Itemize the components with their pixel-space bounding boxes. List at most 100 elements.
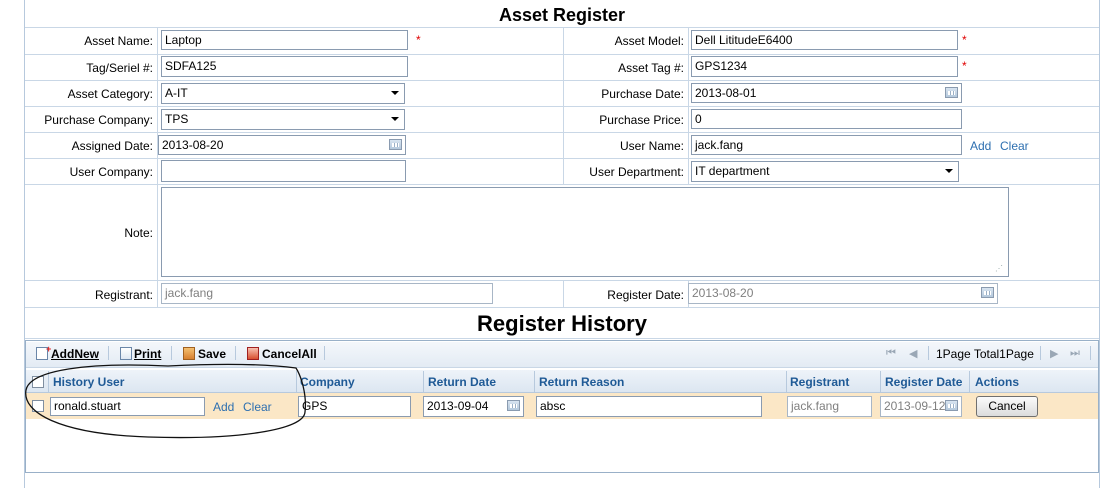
purchase-date-input[interactable]: 2013-08-01 bbox=[691, 83, 962, 103]
user-department-select[interactable]: IT department bbox=[691, 161, 959, 182]
pager-text: 1Page Total1Page bbox=[936, 347, 1034, 361]
purchase-price-input[interactable]: 0 bbox=[691, 109, 962, 129]
row-divider bbox=[25, 132, 1099, 133]
asset-name-input[interactable]: Laptop bbox=[161, 30, 408, 50]
col-header-actions: Actions bbox=[975, 375, 1020, 389]
user-add-link[interactable]: Add bbox=[970, 139, 991, 153]
purchase-company-value: TPS bbox=[165, 112, 189, 126]
row-divider bbox=[25, 27, 1099, 28]
tag-serial-label: Tag/Seriel #: bbox=[86, 61, 153, 75]
column-separator bbox=[423, 371, 424, 393]
column-divider bbox=[157, 27, 158, 307]
pager-separator bbox=[1040, 346, 1041, 360]
note-label: Note: bbox=[124, 226, 153, 240]
column-divider bbox=[563, 27, 564, 184]
cancel-row-button[interactable]: Cancel bbox=[976, 396, 1038, 417]
calendar-icon bbox=[945, 400, 958, 411]
register-date-label: Register Date: bbox=[607, 288, 684, 302]
save-button[interactable]: Save bbox=[198, 347, 226, 361]
purchase-price-label: Purchase Price: bbox=[599, 113, 684, 127]
cancelall-button[interactable]: CancelAll bbox=[262, 347, 317, 361]
asset-category-value: A-IT bbox=[165, 86, 188, 100]
cancel-icon bbox=[247, 347, 259, 360]
addnew-button[interactable]: AddNew bbox=[51, 347, 99, 361]
row-divider bbox=[25, 307, 1099, 308]
toolbar-separator bbox=[324, 346, 325, 360]
return-date-value: 2013-09-04 bbox=[427, 399, 489, 413]
register-date-input: 2013-08-20 bbox=[688, 283, 998, 304]
row-divider bbox=[25, 338, 1099, 339]
column-separator bbox=[969, 371, 970, 393]
col-header-register-date[interactable]: Register Date bbox=[885, 375, 962, 389]
printer-icon bbox=[120, 347, 132, 360]
asset-category-label: Asset Category: bbox=[67, 87, 153, 101]
pager-separator bbox=[1090, 346, 1091, 360]
purchase-company-select[interactable]: TPS bbox=[161, 109, 405, 130]
last-page-icon[interactable]: ⏭ bbox=[1070, 347, 1080, 360]
chevron-down-icon bbox=[391, 91, 399, 95]
user-company-input[interactable] bbox=[161, 160, 406, 182]
assigned-date-input[interactable]: 2013-08-20 bbox=[158, 135, 406, 155]
user-company-label: User Company: bbox=[69, 165, 153, 179]
col-header-return-date[interactable]: Return Date bbox=[428, 375, 496, 389]
column-separator bbox=[534, 371, 535, 393]
company-input[interactable]: GPS bbox=[298, 396, 411, 417]
page-title: Asset Register bbox=[498, 5, 626, 25]
print-button[interactable]: Print bbox=[134, 347, 161, 361]
history-title: Register History bbox=[477, 311, 647, 336]
user-department-label: User Department: bbox=[589, 165, 684, 179]
purchase-date-label: Purchase Date: bbox=[601, 87, 684, 101]
registrant-label: Registrant: bbox=[94, 288, 153, 302]
row-divider bbox=[25, 184, 1099, 185]
asset-tag-input[interactable]: GPS1234 bbox=[691, 56, 958, 77]
calendar-icon[interactable] bbox=[945, 87, 958, 98]
prev-page-icon[interactable]: ◀ bbox=[909, 347, 917, 360]
calendar-icon[interactable] bbox=[389, 139, 402, 150]
registrant-input: jack.fang bbox=[161, 283, 493, 304]
save-icon bbox=[183, 347, 195, 360]
col-header-return-reason[interactable]: Return Reason bbox=[539, 375, 624, 389]
return-date-input[interactable]: 2013-09-04 bbox=[423, 396, 524, 417]
next-page-icon[interactable]: ▶ bbox=[1050, 347, 1058, 360]
row-registrant-input: jack.fang bbox=[787, 396, 872, 417]
asset-model-input[interactable]: Dell LititudeE6400 bbox=[691, 30, 958, 50]
column-separator bbox=[880, 371, 881, 393]
assigned-date-label: Assigned Date: bbox=[71, 139, 153, 153]
row-divider bbox=[25, 158, 1099, 159]
calendar-icon bbox=[981, 287, 994, 298]
asset-category-select[interactable]: A-IT bbox=[161, 83, 405, 104]
row-divider bbox=[25, 54, 1099, 55]
calendar-icon[interactable] bbox=[507, 400, 520, 411]
asset-model-label: Asset Model: bbox=[614, 34, 684, 48]
column-divider bbox=[688, 27, 689, 184]
asset-tag-label: Asset Tag #: bbox=[618, 61, 684, 75]
column-divider bbox=[563, 280, 564, 307]
user-name-label: User Name: bbox=[619, 139, 684, 153]
toolbar-separator bbox=[171, 346, 172, 360]
row-register-date-input: 2013-09-12 bbox=[880, 396, 962, 417]
required-marker: * bbox=[962, 59, 967, 73]
required-marker: * bbox=[416, 33, 421, 47]
purchase-company-label: Purchase Company: bbox=[44, 113, 153, 127]
user-department-value: IT department bbox=[695, 164, 770, 178]
col-header-registrant[interactable]: Registrant bbox=[790, 375, 849, 389]
resize-handle-icon[interactable]: ⋰ bbox=[995, 264, 1003, 273]
user-clear-link[interactable]: Clear bbox=[1000, 139, 1029, 153]
register-date-value: 2013-08-20 bbox=[692, 286, 754, 300]
row-divider bbox=[25, 280, 1099, 281]
row-register-date-value: 2013-09-12 bbox=[884, 399, 946, 413]
purchase-date-value: 2013-08-01 bbox=[695, 86, 757, 100]
chevron-down-icon bbox=[945, 169, 953, 173]
row-divider bbox=[25, 106, 1099, 107]
user-name-input[interactable]: jack.fang bbox=[691, 135, 962, 155]
first-page-icon[interactable]: ⏮ bbox=[886, 347, 896, 360]
required-marker: * bbox=[962, 33, 967, 47]
assigned-date-value: 2013-08-20 bbox=[162, 138, 224, 152]
note-textarea[interactable] bbox=[161, 187, 1009, 277]
tag-serial-input[interactable]: SDFA125 bbox=[161, 56, 408, 77]
toolbar-separator bbox=[108, 346, 109, 360]
column-separator bbox=[786, 371, 787, 393]
return-reason-input[interactable]: absc bbox=[536, 396, 762, 417]
asset-name-label: Asset Name: bbox=[84, 34, 153, 48]
annotation-ellipse bbox=[25, 363, 307, 439]
